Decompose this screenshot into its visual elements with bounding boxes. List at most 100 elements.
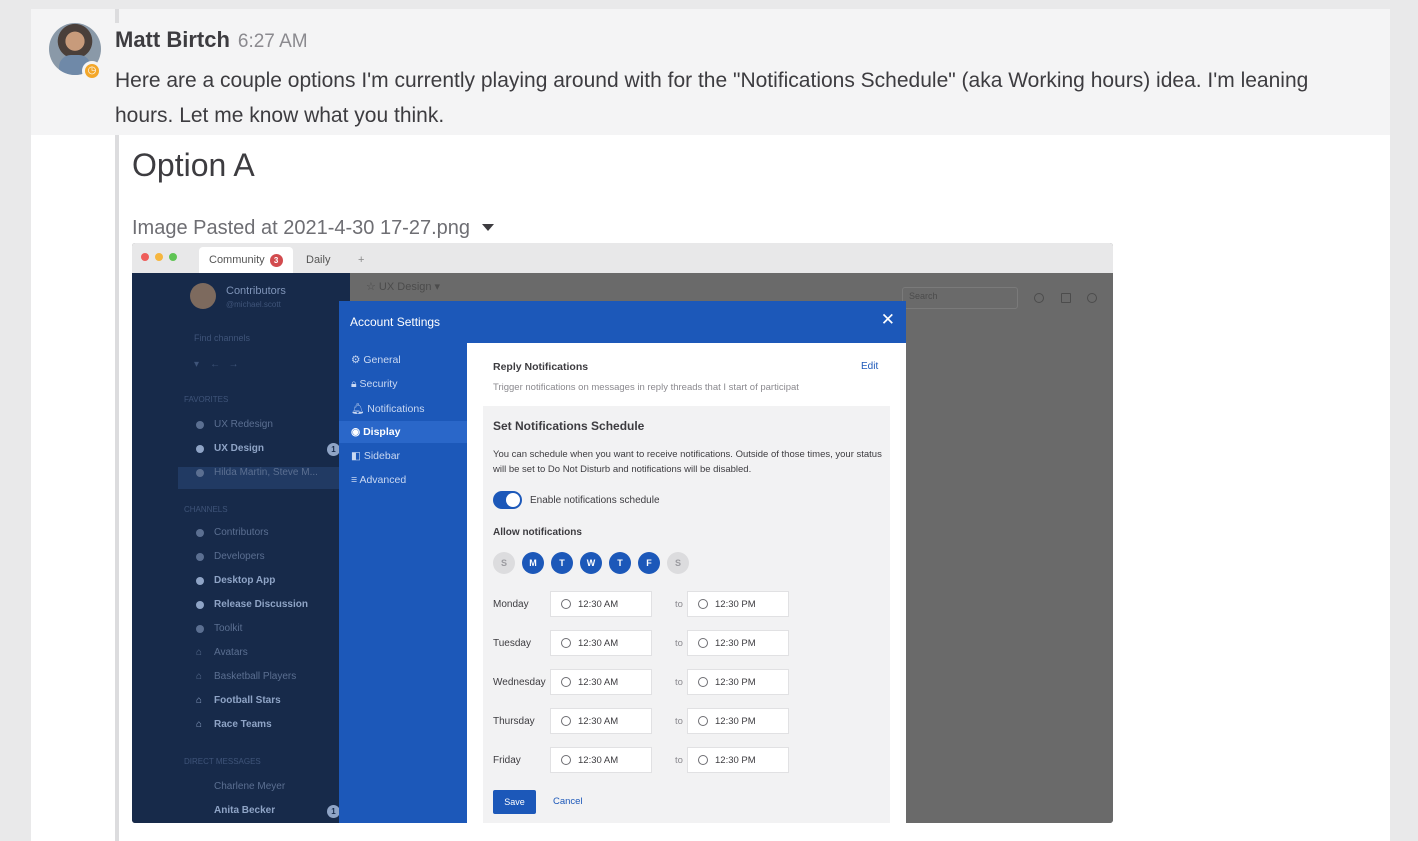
to-word: to <box>675 638 683 649</box>
reply-notifications-desc: Trigger notifications on messages in rep… <box>493 382 799 393</box>
channel-item: Football Stars <box>214 695 281 706</box>
dm-icon <box>196 469 204 477</box>
to-word: to <box>675 716 683 727</box>
schedule-desc: You can schedule when you want to receiv… <box>493 449 882 475</box>
nav-display: ◉ Display <box>351 426 401 438</box>
to-time: 12:30 PM <box>687 591 789 617</box>
option-heading: Option A <box>132 147 255 183</box>
channel-item: Release Discussion <box>214 599 308 610</box>
day-thursday: T <box>609 552 631 574</box>
channel-item: Basketball Players <box>214 671 297 682</box>
mention-icon <box>1034 293 1044 303</box>
lock-icon: ⌂ <box>196 695 203 706</box>
attached-screenshot[interactable]: Community 3 Daily + Contributors @michael… <box>132 243 1113 823</box>
flag-icon <box>1061 293 1071 303</box>
channel-item: Developers <box>214 551 265 562</box>
dm-item: Anita Becker <box>214 805 276 816</box>
author-name[interactable]: Matt Birtch <box>115 27 230 52</box>
channel-item: Avatars <box>214 647 248 658</box>
post-header: ◷ Matt Birtch 6:27 AM Here are a couple o… <box>31 9 1390 135</box>
to-time: 12:30 PM <box>687 630 789 656</box>
channel-icon <box>196 421 204 429</box>
modal-title: Account Settings <box>350 315 441 329</box>
attachment-name[interactable]: Image Pasted at 2021-4-30 17-27.png <box>132 217 495 240</box>
lock-icon: ⌂ <box>196 647 203 658</box>
to-time: 12:30 PM <box>687 747 789 773</box>
day-saturday: S <box>667 552 689 574</box>
row-day-label: Friday <box>493 755 521 766</box>
cancel-button: Cancel <box>553 796 583 807</box>
post-author[interactable]: Matt Birtch 6:27 AM <box>115 27 308 53</box>
quote-bar <box>115 135 119 841</box>
clock-icon <box>561 716 571 726</box>
to-word: to <box>675 599 683 610</box>
time-value: 12:30 AM <box>578 676 619 688</box>
search-placeholder: Search <box>909 291 938 301</box>
post-message: Here are a couple options I'm currently … <box>115 63 1390 133</box>
nav-notifications: 🔔︎ Notifications <box>351 403 425 415</box>
favorite-item: Hilda Martin, Steve M... <box>214 467 318 478</box>
channel-icon <box>196 577 204 585</box>
nav-label: Advanced <box>359 474 407 486</box>
post-time[interactable]: 6:27 AM <box>238 31 308 52</box>
browser-tab-community: Community 3 <box>199 247 293 273</box>
row-day-label: Tuesday <box>493 638 531 649</box>
time-value: 12:30 PM <box>715 637 756 649</box>
row-day-label: Wednesday <box>493 677 546 688</box>
time-value: 12:30 PM <box>715 754 756 766</box>
nav-sidebar: ◧ Sidebar <box>351 450 401 462</box>
caret-down-icon[interactable] <box>482 224 495 231</box>
nav-advanced: ≡ Advanced <box>351 474 407 486</box>
favorites-header: FAVORITES <box>184 395 229 404</box>
day-tuesday: T <box>551 552 573 574</box>
favorite-item: UX Redesign <box>214 419 273 430</box>
day-sunday: S <box>493 552 515 574</box>
channel-icon <box>196 601 204 609</box>
from-time: 12:30 AM <box>550 708 652 734</box>
to-time: 12:30 PM <box>687 708 789 734</box>
dm-header: DIRECT MESSAGES <box>184 757 261 766</box>
channel-icon <box>196 445 204 453</box>
modal-header: Account Settings ✕ <box>339 301 906 343</box>
lock-icon: ⌂ <box>196 671 203 682</box>
channel-header: ☆ UX Design ▾ <box>366 281 441 293</box>
clock-icon <box>561 599 571 609</box>
schedule-panel: Set Notifications Schedule You can sched… <box>483 406 890 823</box>
channel-item: Contributors <box>214 527 269 538</box>
clock-icon: ◷ <box>82 61 102 81</box>
channel-item: Toolkit <box>214 623 243 634</box>
favorite-item: UX Design <box>214 443 265 454</box>
lock-icon: ⌂ <box>196 719 203 730</box>
dm-item: Charlene Meyer <box>214 781 286 792</box>
tab-badge: 3 <box>269 253 283 267</box>
time-value: 12:30 AM <box>578 754 619 766</box>
toggle-label: Enable notifications schedule <box>530 495 660 506</box>
close-dot-icon <box>141 253 149 261</box>
new-tab-icon: + <box>358 254 365 266</box>
clock-icon <box>561 755 571 765</box>
quote-bar-top <box>115 9 119 23</box>
channel-icon <box>196 625 204 633</box>
modal-nav: ⚙ General 🔒︎ Security 🔔︎ Notifications ◉… <box>339 343 467 823</box>
channel-item: Desktop App <box>214 575 276 586</box>
channels-header: CHANNELS <box>184 505 228 514</box>
maximize-dot-icon <box>169 253 177 261</box>
message-line-2: hours. Let me know what you think. <box>115 104 445 127</box>
browser-tab-bar: Community 3 Daily + <box>132 243 1113 273</box>
time-value: 12:30 AM <box>578 715 619 727</box>
sidebar-nav-icons: ▾ ← → <box>194 359 239 370</box>
app-sidebar: Contributors @michael.scott Find channel… <box>132 273 350 823</box>
attachment-filename[interactable]: Image Pasted at 2021-4-30 17-27.png <box>132 217 470 239</box>
tab-label: Community <box>209 254 265 266</box>
find-channels: Find channels <box>194 333 251 343</box>
row-day-label: Monday <box>493 599 529 610</box>
message-frame: ◷ Matt Birtch 6:27 AM Here are a couple o… <box>31 9 1390 841</box>
team-avatar <box>190 283 216 309</box>
nav-label: Notifications <box>367 403 425 415</box>
minimize-dot-icon <box>155 253 163 261</box>
clock-icon <box>698 716 708 726</box>
nav-security: 🔒︎ Security <box>351 378 398 390</box>
clock-icon <box>561 677 571 687</box>
reply-edit-link: Edit <box>861 361 879 372</box>
settings-icon <box>1087 293 1097 303</box>
